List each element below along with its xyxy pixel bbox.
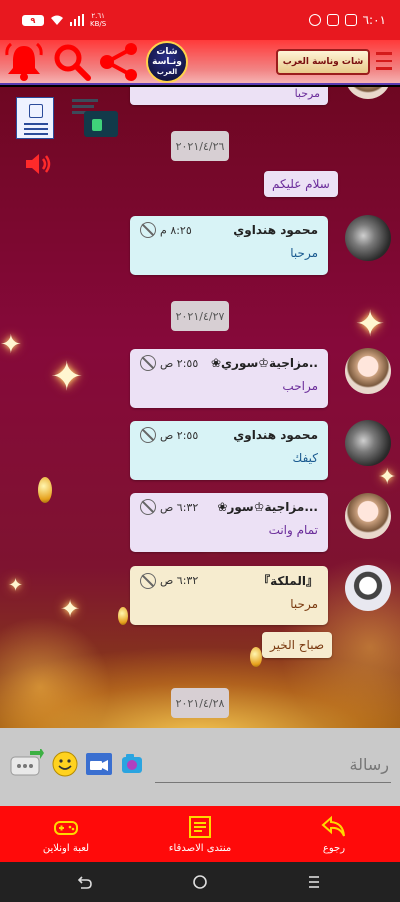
send-quick-message-icon[interactable] (10, 749, 44, 779)
nav-back[interactable]: رجوع (274, 806, 394, 862)
reply-icon (321, 815, 345, 836)
message-text: مرحبا (290, 246, 318, 260)
sender-name[interactable]: محمود هنداوي (233, 428, 318, 442)
block-icon[interactable] (140, 355, 156, 371)
brand-logo: شات ونـاسة العرب (146, 41, 188, 83)
sparkle-decoration: ✦ (378, 465, 397, 490)
avatar[interactable] (345, 87, 391, 99)
message-bubble[interactable]: صباح الخير (262, 632, 333, 658)
sparkle-decoration: ✦ (50, 354, 84, 400)
message-input-bar: رسالة (0, 728, 400, 806)
home-icon[interactable] (188, 871, 212, 893)
status-bar: ٩ ٢.٦١ KB/S ٦:٠١ (0, 0, 400, 40)
message-time: ٢:٥٥ ص (160, 356, 199, 370)
search-icon[interactable] (50, 40, 94, 83)
record-icon (308, 14, 321, 26)
nav-forum-label: منتدى الاصدقاء (168, 842, 232, 854)
sparkle-decoration: ✦ (8, 575, 24, 596)
system-nav-bar (0, 862, 400, 902)
app-notification-icon (326, 14, 339, 26)
net-speed: ٢.٦١ KB/S (90, 12, 106, 28)
recents-icon[interactable] (302, 871, 326, 893)
nav-game-label: لعبة اونلاين (42, 842, 90, 854)
message-text: كيفك (292, 451, 318, 465)
message-text: تمام وانت (268, 523, 318, 537)
avatar[interactable] (345, 348, 391, 394)
gem-decoration (250, 647, 262, 667)
date-chip: ٢٠٢١/٤/٢٦ (171, 131, 229, 161)
bell-icon[interactable] (2, 40, 46, 83)
message-bubble[interactable]: ❀مزاجية♔سور... ٦:٣٢ ص تمام وانت (130, 493, 328, 552)
logo-line-2: ونـاسة (152, 57, 182, 67)
status-left: ٩ ٢.٦١ KB/S (22, 12, 106, 28)
clock: ٦:٠١ (362, 13, 386, 27)
message-bubble[interactable]: محمود هنداوي ٢:٥٥ ص كيفك (130, 421, 328, 480)
profile-card-icon[interactable] (16, 97, 54, 139)
block-icon[interactable] (140, 222, 156, 238)
gem-decoration (118, 607, 128, 625)
date-chip: ٢٠٢١/٤/٢٧ (171, 301, 229, 331)
net-speed-unit: KB/S (90, 20, 107, 28)
emoji-icon[interactable] (50, 749, 80, 779)
sender-name[interactable]: ❀مزاجية♔سوري.. (211, 356, 318, 370)
menu-icon[interactable] (376, 50, 392, 72)
speaker-icon[interactable] (24, 151, 52, 177)
sparkle-decoration: ✦ (0, 330, 22, 360)
forum-icon (189, 815, 211, 838)
logo-line-1: شات (156, 47, 178, 57)
message-bubble[interactable]: ❀مزاجية♔سوري.. ٢:٥٥ ص مراحب (130, 349, 328, 408)
camera-icon[interactable] (118, 749, 148, 779)
wifi-icon (51, 15, 63, 25)
nav-back-label: رجوع (322, 842, 346, 854)
rooms-icon[interactable] (70, 97, 120, 139)
gem-decoration (38, 477, 52, 503)
avatar[interactable] (345, 215, 391, 261)
sender-name[interactable]: ❀مزاجية♔سور... (217, 500, 318, 514)
message-time: ٦:٣٢ ص (160, 500, 199, 514)
sender-name[interactable]: 『الملكة』 (258, 572, 318, 589)
message-time: ٨:٢٥ م (160, 223, 192, 237)
message-time: ٢:٥٥ ص (160, 428, 199, 442)
message-text: مراحب (282, 379, 318, 393)
share-icon[interactable] (96, 40, 142, 83)
chat-area[interactable]: ✦ ✦ ✦ ✦ ✦ ✦ ✦ مرحبا ٢٠٢١/٤/٢٦ سلام عليكم… (0, 87, 400, 728)
date-chip: ٢٠٢١/٤/٢٨ (171, 688, 229, 718)
signal-icon (70, 14, 84, 26)
status-right: ٦:٠١ (308, 13, 386, 27)
message-bubble-partial: مرحبا (130, 87, 328, 105)
block-icon[interactable] (140, 572, 156, 589)
avatar[interactable] (345, 565, 391, 611)
brand-banner: شات وناسة العرب (276, 49, 370, 75)
app-bar: شات ونـاسة العرب شات وناسة العرب (0, 40, 400, 85)
sender-name[interactable]: محمود هنداوي (233, 223, 318, 237)
message-bubble[interactable]: سلام عليكم (264, 171, 338, 197)
video-icon[interactable] (84, 749, 114, 779)
message-bubble[interactable]: محمود هنداوي ٨:٢٥ م مرحبا (130, 216, 328, 275)
logo-line-3: العرب (156, 68, 178, 76)
back-icon[interactable] (73, 871, 97, 893)
nav-friends-forum[interactable]: منتدى الاصدقاء (140, 806, 260, 862)
message-time: ٦:٣٢ ص (160, 574, 199, 587)
avatar[interactable] (345, 493, 391, 539)
nav-online-game[interactable]: لعبة اونلاين (6, 806, 126, 862)
block-icon[interactable] (140, 499, 156, 515)
bottom-nav: رجوع منتدى الاصدقاء لعبة اونلاين (0, 806, 400, 862)
gamepad-icon (54, 820, 78, 835)
image-notification-icon (344, 14, 357, 26)
avatar[interactable] (345, 420, 391, 466)
message-text: مرحبا (290, 597, 318, 611)
sparkle-decoration: ✦ (355, 304, 386, 345)
sparkle-decoration: ✦ (60, 595, 81, 623)
message-bubble[interactable]: 『الملكة』 ٦:٣٢ ص مرحبا (130, 566, 328, 625)
message-input[interactable]: رسالة (155, 749, 391, 783)
block-icon[interactable] (140, 427, 156, 443)
message-text: مرحبا (294, 87, 320, 100)
net-speed-value: ٢.٦١ (91, 12, 105, 20)
battery-icon: ٩ (22, 14, 44, 26)
